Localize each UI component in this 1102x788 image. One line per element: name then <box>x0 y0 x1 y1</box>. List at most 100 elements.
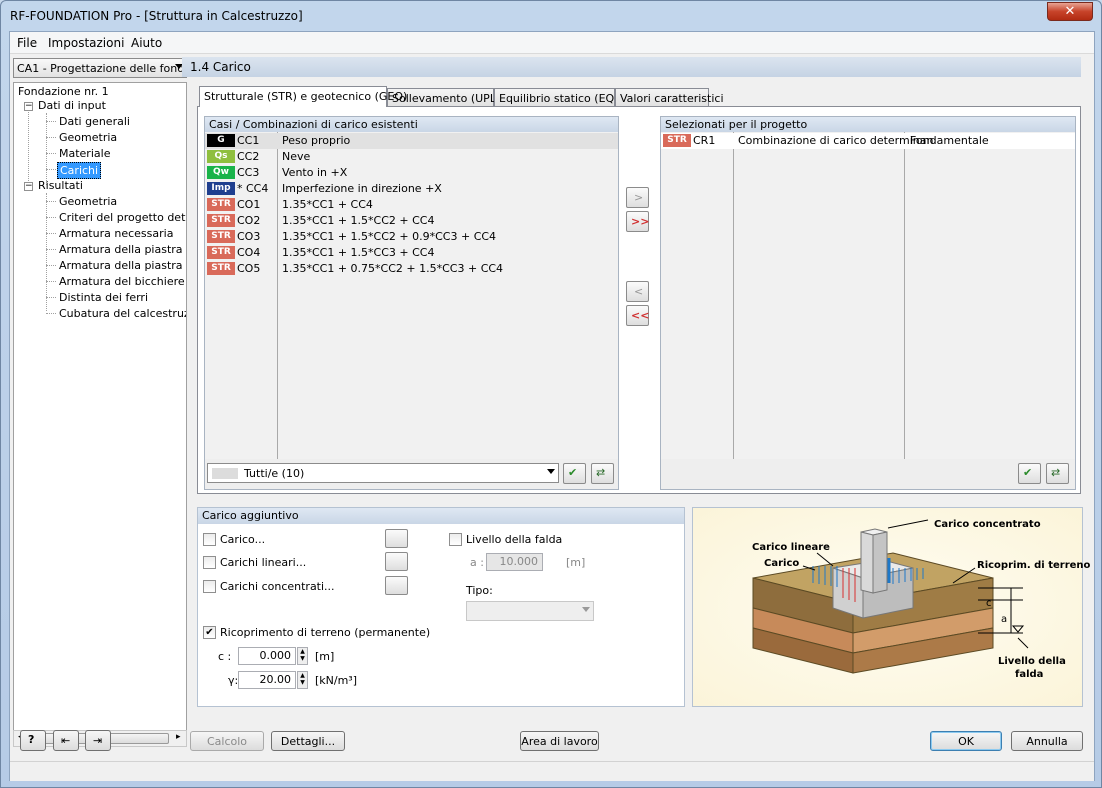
load-description: 1.35*CC1 + CC4 <box>282 198 373 211</box>
livello-falda-checkbox[interactable] <box>449 533 462 546</box>
c-input[interactable]: 0.000 <box>238 647 296 665</box>
table-row[interactable]: G CC1 Peso proprio <box>205 133 618 149</box>
case-selector-value: CA1 - Progettazione delle fonda <box>17 62 191 75</box>
load-type-badge: STR <box>207 198 235 211</box>
tree-item-cubatura[interactable]: Cubatura del calcestruzzo <box>59 307 186 320</box>
table-row[interactable]: STR CO5 1.35*CC1 + 0.75*CC2 + 1.5*CC3 + CC… <box>205 261 618 277</box>
load-description: Vento in +X <box>282 166 348 179</box>
tree-item-armatura-inf[interactable]: Armatura della piastra - Infe <box>59 243 186 256</box>
carichi-lineari-checkbox[interactable] <box>203 556 216 569</box>
gamma-input[interactable]: 20.00 <box>238 671 296 689</box>
extra-load-group: Carico aggiuntivo Carico... Carichi line… <box>197 507 685 707</box>
load-type-badge: STR <box>207 230 235 243</box>
section-header: 1.4 Carico <box>182 57 1081 77</box>
edit-icon[interactable] <box>385 552 408 571</box>
remove-selected-button[interactable]: < <box>626 281 649 302</box>
load-type-badge: STR <box>207 214 235 227</box>
load-description: Combinazione di carico determinan <box>738 134 934 147</box>
label-a: a <box>1001 614 1008 625</box>
load-type-badge: G <box>207 134 235 147</box>
tree-item-distinta[interactable]: Distinta dei ferri <box>59 291 148 304</box>
collapse-icon[interactable]: − <box>24 102 33 111</box>
load-type-badge: STR <box>663 134 691 147</box>
select-invert-icon[interactable]: ⇄ <box>591 463 614 484</box>
load-type-badge: Qs <box>207 150 235 163</box>
edit-icon[interactable] <box>385 529 408 548</box>
c-spinner[interactable]: ▲ ▼ <box>297 647 308 665</box>
tree-item-geometria[interactable]: Geometria <box>59 131 117 144</box>
tab-equ[interactable]: Equilibrio statico (EQU) <box>494 88 627 107</box>
carico-checkbox[interactable] <box>203 533 216 546</box>
tree-item-armatura-sup[interactable]: Armatura della piastra - Sup <box>59 259 186 272</box>
load-id: CC3 <box>237 166 260 179</box>
a-input[interactable]: 10.000 <box>486 553 543 571</box>
table-row[interactable]: STR CO1 1.35*CC1 + CC4 <box>205 197 618 213</box>
load-description: 1.35*CC1 + 1.5*CC2 + CC4 <box>282 214 435 227</box>
load-description: 1.35*CC1 + 0.75*CC2 + 1.5*CC3 + CC4 <box>282 262 504 275</box>
help-icon[interactable]: ? <box>20 730 46 751</box>
carichi-concentrati-checkbox[interactable] <box>203 580 216 593</box>
import-icon[interactable]: ⇤ <box>53 730 79 751</box>
tree-item-materiale[interactable]: Materiale <box>59 147 110 160</box>
tree-item-armatura-necessaria[interactable]: Armatura necessaria <box>59 227 173 240</box>
select-invert-icon[interactable]: ⇄ <box>1046 463 1069 484</box>
selected-loads-grid: Selezionati per il progetto STR CR1 Combin… <box>660 116 1076 490</box>
table-row[interactable]: Qs CC2 Neve <box>205 149 618 165</box>
tree-item-bicchiere[interactable]: Armatura del bicchiere <box>59 275 185 288</box>
ok-button[interactable]: OK <box>930 731 1002 751</box>
table-row[interactable]: Imp * CC4 Imperfezione in direzione +X <box>205 181 618 197</box>
gamma-spinner[interactable]: ▲ ▼ <box>297 671 308 689</box>
label-carico: Carico <box>764 558 800 569</box>
table-row[interactable]: STR CO4 1.35*CC1 + 1.5*CC3 + CC4 <box>205 245 618 261</box>
scroll-right-icon[interactable]: ▸ <box>176 732 181 742</box>
table-row[interactable]: STR CR1 Combinazione di carico determinan F… <box>661 133 1075 149</box>
annulla-button[interactable]: Annulla <box>1011 731 1083 751</box>
tab-str-geo[interactable]: Strutturale (STR) e geotecnico (GEO) <box>199 86 407 107</box>
tree-item-res-geometria[interactable]: Geometria <box>59 195 117 208</box>
menu-file[interactable]: File <box>17 36 37 50</box>
remove-all-button[interactable]: << <box>626 305 649 326</box>
load-type-badge: Qw <box>207 166 235 179</box>
title-bar: RF-FOUNDATION Pro - [Struttura in Calces… <box>1 1 1101 31</box>
load-id: CO1 <box>237 198 261 211</box>
existing-loads-grid: Casi / Combinazioni di carico esistenti … <box>204 116 619 490</box>
extra-header: Carico aggiuntivo <box>198 508 684 524</box>
menu-impostazioni[interactable]: Impostazioni <box>48 36 124 50</box>
load-description: Peso proprio <box>282 134 351 147</box>
table-row[interactable]: STR CO3 1.35*CC1 + 1.5*CC2 + 0.9*CC3 + CC4 <box>205 229 618 245</box>
carico-label: Carico... <box>220 533 266 546</box>
table-row[interactable]: Qw CC3 Vento in +X <box>205 165 618 181</box>
c-label: c : <box>218 650 232 663</box>
select-all-icon[interactable]: ✔ <box>1018 463 1041 484</box>
ricoprimento-checkbox[interactable]: ✔ <box>203 626 216 639</box>
table-row[interactable]: STR CO2 1.35*CC1 + 1.5*CC2 + CC4 <box>205 213 618 229</box>
load-id: CO5 <box>237 262 261 275</box>
tree-item-criteri[interactable]: Criteri del progetto determin <box>59 211 186 224</box>
load-id: CC2 <box>237 150 260 163</box>
a-unit: [m] <box>566 556 586 569</box>
tipo-select[interactable] <box>466 601 594 621</box>
status-bar <box>10 761 1094 781</box>
load-id: CO3 <box>237 230 261 243</box>
tree-root[interactable]: Fondazione nr. 1 <box>18 85 109 98</box>
tree-results[interactable]: Risultati <box>38 179 83 192</box>
add-selected-button[interactable]: > <box>626 187 649 208</box>
close-button[interactable]: ✕ <box>1047 2 1093 21</box>
calcolo-button[interactable]: Calcolo <box>190 731 264 751</box>
collapse-icon[interactable]: − <box>24 182 33 191</box>
menu-aiuto[interactable]: Aiuto <box>131 36 162 50</box>
select-all-icon[interactable]: ✔ <box>563 463 586 484</box>
tree-input[interactable]: Dati di input <box>38 99 106 112</box>
area-lavoro-button[interactable]: Area di lavoro <box>520 731 599 751</box>
export-icon[interactable]: ⇥ <box>85 730 111 751</box>
load-type-badge: STR <box>207 262 235 275</box>
tree-item-dati-generali[interactable]: Dati generali <box>59 115 130 128</box>
edit-icon[interactable] <box>385 576 408 595</box>
tree-item-carichi[interactable]: Carichi <box>57 162 102 179</box>
filter-select[interactable]: Tutti/e (10) <box>207 463 559 483</box>
dettagli-button[interactable]: Dettagli... <box>271 731 345 751</box>
add-all-button[interactable]: >> <box>626 211 649 232</box>
case-selector[interactable]: CA1 - Progettazione delle fonda <box>13 58 191 78</box>
tab-valori[interactable]: Valori caratteristici <box>615 88 724 107</box>
load-description: 1.35*CC1 + 1.5*CC3 + CC4 <box>282 246 435 259</box>
